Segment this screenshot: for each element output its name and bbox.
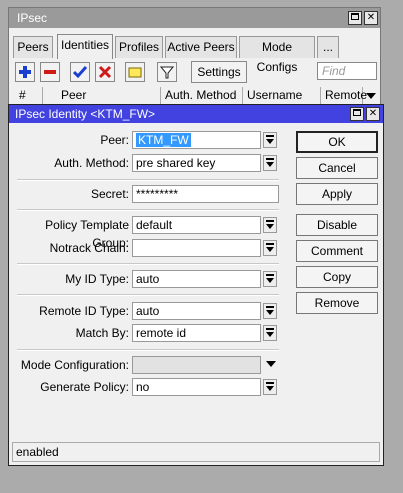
generate-policy-label: Generate Policy: [40, 380, 129, 394]
plus-icon [19, 66, 31, 78]
match-by-label: Match By: [75, 326, 129, 340]
dropdown-arrow-icon [266, 135, 274, 144]
separator [17, 263, 279, 265]
cancel-button[interactable]: Cancel [296, 157, 378, 179]
checkmark-icon [72, 66, 88, 79]
column-header-auth-method[interactable]: Auth. Method [161, 87, 243, 105]
add-button[interactable] [15, 62, 35, 82]
peer-dropdown-button[interactable] [263, 132, 277, 148]
mode-configuration-dropdown-button[interactable] [265, 357, 279, 373]
remove-item-button[interactable] [40, 62, 60, 82]
generate-policy-dropdown-button[interactable] [263, 379, 277, 395]
dropdown-arrow-icon [266, 243, 274, 252]
dropdown-arrow-icon [266, 274, 274, 283]
triangle-down-icon [366, 93, 376, 99]
comment-item-button[interactable] [125, 62, 145, 82]
column-header-remote[interactable]: Remote [321, 87, 367, 105]
policy-template-group-label: Policy Template Group: [45, 218, 129, 250]
ipsec-window: IPsec ✕ Peers Identities Profiles Active… [8, 7, 381, 117]
policy-template-group-select[interactable]: default [132, 216, 261, 234]
column-header-number[interactable]: # [15, 87, 43, 105]
maximize-icon [353, 109, 361, 116]
mode-configuration-select[interactable] [132, 356, 261, 374]
settings-button[interactable]: Settings [191, 61, 247, 83]
match-by-select[interactable]: remote id [132, 324, 261, 342]
remove-button[interactable]: Remove [296, 292, 378, 314]
auth-method-dropdown-button[interactable] [263, 155, 277, 171]
tab-peers[interactable]: Peers [13, 36, 53, 58]
close-button[interactable]: ✕ [364, 11, 378, 25]
mode-configuration-label: Mode Configuration: [20, 358, 129, 372]
dropdown-arrow-icon [266, 158, 274, 167]
window-title: IPsec [17, 11, 48, 25]
generate-policy-select[interactable]: no [132, 378, 261, 396]
tab-active-peers[interactable]: Active Peers [165, 36, 237, 58]
separator [17, 209, 279, 211]
tab-profiles[interactable]: Profiles [115, 36, 163, 58]
secret-input[interactable]: ********* [132, 185, 279, 203]
find-input[interactable]: Find [317, 62, 377, 80]
dropdown-arrow-icon [266, 306, 274, 315]
my-id-type-label: My ID Type: [65, 272, 129, 286]
separator [17, 179, 279, 181]
separator [17, 349, 279, 351]
ipsec-identity-dialog: IPsec Identity <KTM_FW> ✕ Peer: KTM_FW A… [8, 104, 384, 466]
peer-select[interactable]: KTM_FW [132, 131, 261, 149]
cross-icon [98, 65, 112, 79]
remote-id-type-label: Remote ID Type: [39, 304, 129, 318]
my-id-type-dropdown-button[interactable] [263, 271, 277, 287]
disable-button[interactable]: Disable [296, 214, 378, 236]
match-by-dropdown-button[interactable] [263, 325, 277, 341]
ok-button[interactable]: OK [296, 131, 378, 153]
my-id-type-select[interactable]: auto [132, 270, 261, 288]
close-icon: ✕ [368, 108, 378, 119]
triangle-down-icon [266, 361, 276, 367]
separator [17, 294, 279, 296]
dialog-maximize-button[interactable] [350, 107, 364, 121]
dropdown-arrow-icon [266, 382, 274, 391]
column-header-peer[interactable]: Peer [57, 87, 161, 105]
maximize-icon [351, 13, 359, 20]
dialog-close-button[interactable]: ✕ [366, 107, 380, 121]
auth-method-label: Auth. Method: [54, 156, 129, 170]
enable-button[interactable] [70, 62, 90, 82]
tab-mode-configs[interactable]: Mode Configs [239, 36, 315, 74]
copy-button[interactable]: Copy [296, 266, 378, 288]
auth-method-select[interactable]: pre shared key [132, 154, 261, 172]
peer-value: KTM_FW [136, 133, 191, 147]
status-bar: enabled [12, 442, 380, 462]
columns-dropdown-button[interactable] [364, 88, 378, 104]
close-icon: ✕ [366, 12, 376, 23]
column-header-username[interactable]: Username [243, 87, 321, 105]
notrack-chain-select[interactable] [132, 239, 261, 257]
notrack-chain-dropdown-button[interactable] [263, 240, 277, 256]
dropdown-arrow-icon [266, 328, 274, 337]
dialog-title: IPsec Identity <KTM_FW> [15, 107, 156, 121]
apply-button[interactable]: Apply [296, 183, 378, 205]
secret-label: Secret: [90, 187, 129, 201]
maximize-button[interactable] [348, 11, 362, 25]
filter-icon [159, 66, 175, 79]
remote-id-type-dropdown-button[interactable] [263, 303, 277, 319]
tab-identities[interactable]: Identities [57, 34, 113, 59]
policy-template-group-dropdown-button[interactable] [263, 217, 277, 233]
dropdown-arrow-icon [266, 220, 274, 229]
ipsec-titlebar[interactable]: IPsec ✕ [9, 8, 380, 28]
note-icon [128, 67, 142, 78]
minus-icon [44, 70, 56, 74]
disable-item-button[interactable] [95, 62, 115, 82]
filter-button[interactable] [157, 62, 177, 82]
notrack-chain-label: Notrack Chain: [49, 241, 129, 255]
tab-more[interactable]: ... [317, 36, 339, 58]
peer-label: Peer: [100, 133, 129, 147]
remote-id-type-select[interactable]: auto [132, 302, 261, 320]
dialog-titlebar[interactable]: IPsec Identity <KTM_FW> ✕ [9, 105, 383, 123]
comment-button[interactable]: Comment [296, 240, 378, 262]
